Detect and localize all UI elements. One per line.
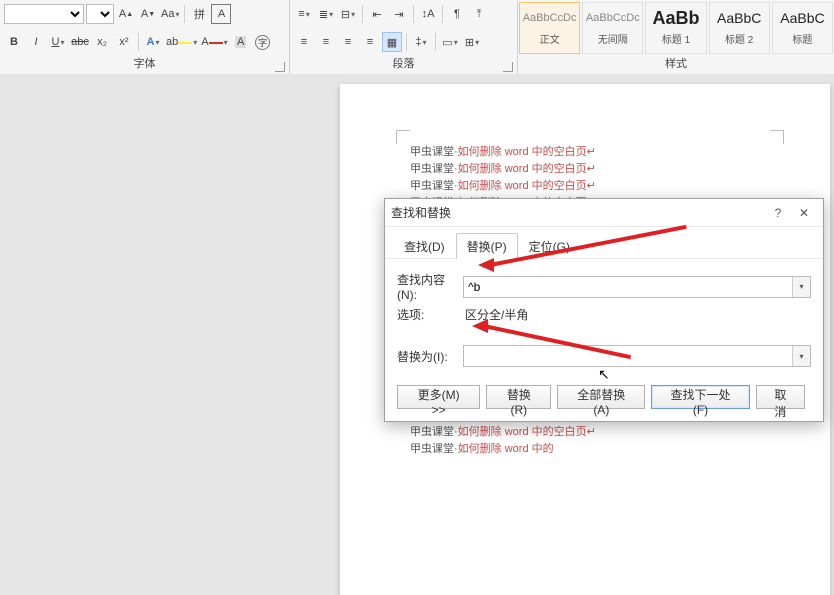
find-what-input[interactable] [464,277,792,297]
line-spacing-top-button[interactable]: ⤒ [469,4,489,24]
superscript-button[interactable]: x² [114,32,134,52]
dialog-tabs: 查找(D) 替换(P) 定位(G) [385,227,823,259]
char-shading-button[interactable]: A [231,32,251,52]
underline-button[interactable]: U▾ [48,32,68,52]
find-what-label: 查找内容(N): [397,271,463,302]
style-item-heading2[interactable]: AaBbC 标题 2 [709,2,770,54]
cancel-button[interactable]: 取消 [756,385,805,409]
tab-find[interactable]: 查找(D) [393,233,456,259]
bullets-button[interactable]: ≡▾ [294,4,314,24]
replace-with-input[interactable] [464,346,792,366]
find-replace-dialog: 查找和替换 ? ✕ 查找(D) 替换(P) 定位(G) 查找内容(N): ▾ 选… [384,198,824,422]
multilevel-button[interactable]: ⊟▾ [338,4,358,24]
char-border-button[interactable]: A [211,4,231,24]
align-justify-button[interactable]: ≡ [360,32,380,52]
tab-goto[interactable]: 定位(G) [518,233,581,259]
decrease-indent-button[interactable]: ⇤ [367,4,387,24]
font-color-button[interactable]: A▾ [200,32,228,52]
highlight-button[interactable]: ab▾ [165,32,198,52]
replace-with-combo[interactable]: ▾ [463,345,811,367]
find-next-button[interactable]: 查找下一处(F) [651,385,750,409]
replace-with-label: 替换为(I): [397,348,463,365]
mouse-cursor-icon: ↖ [598,366,610,383]
grow-font-button[interactable]: A▲ [116,4,136,24]
crop-mark-top-left [396,130,410,144]
find-what-combo[interactable]: ▾ [463,276,811,298]
paragraph-group-launcher-icon[interactable] [503,62,513,72]
ribbon-group-paragraph: ≡▾ ≣▾ ⊟▾ ⇤ ⇥ ↕A ¶ ⤒ ≡ ≡ ≡ ≡ ▦ ‡▾ [290,0,518,74]
doc-line: 甲虫课堂·如何删除 word 中的 [410,441,760,458]
tab-replace[interactable]: 替换(P) [456,233,518,259]
more-button[interactable]: 更多(M) >> [397,385,480,409]
options-label: 选项: [397,306,463,323]
align-center-button[interactable]: ≡ [316,32,336,52]
line-spacing-button[interactable]: ‡▾ [411,32,431,52]
dialog-titlebar[interactable]: 查找和替换 ? ✕ [385,199,823,227]
doc-line: 甲虫课堂·如何删除 word 中的空白页↵ [410,161,760,178]
shading-button[interactable]: ▭▾ [440,32,460,52]
align-right-button[interactable]: ≡ [338,32,358,52]
styles-group-label: 样式 [665,58,687,70]
ribbon-group-styles: AaBbCcDc 正文 AaBbCcDc 无间隔 AaBb 标题 1 AaBbC… [518,0,834,74]
ribbon: A▲ A▼ Aa▾ 拼 A B I U▾ abc x₂ x² A▾ ab▾ A▾… [0,0,834,75]
replace-all-button[interactable]: 全部替换(A) [557,385,645,409]
style-item-nospacing[interactable]: AaBbCcDc 无间隔 [582,2,643,54]
increase-indent-button[interactable]: ⇥ [389,4,409,24]
style-item-normal[interactable]: AaBbCcDc 正文 [519,2,580,54]
distribute-button[interactable]: ▦ [382,32,402,52]
dialog-title: 查找和替换 [391,204,765,221]
doc-line: 甲虫课堂·如何删除 word 中的空白页↵ [410,424,760,441]
font-family-select[interactable] [4,4,84,24]
paragraph-group-label: 段落 [393,58,415,70]
subscript-button[interactable]: x₂ [92,32,112,52]
text-effects-button[interactable]: A▾ [143,32,163,52]
change-case-button[interactable]: Aa▾ [160,4,180,24]
phonetic-button[interactable]: 拼 [189,4,209,24]
close-button[interactable]: ✕ [791,203,817,223]
styles-gallery[interactable]: AaBbCcDc 正文 AaBbCcDc 无间隔 AaBb 标题 1 AaBbC… [518,0,834,56]
strike-button[interactable]: abc [70,32,90,52]
replace-button[interactable]: 替换(R) [486,385,551,409]
show-marks-button[interactable]: ¶ [447,4,467,24]
crop-mark-top-right [770,130,784,144]
italic-button[interactable]: I [26,32,46,52]
style-item-title[interactable]: AaBbC 标题 [772,2,833,54]
options-value: 区分全/半角 [463,306,528,323]
font-size-select[interactable] [86,4,114,24]
borders-button[interactable]: ⊞▾ [462,32,482,52]
find-what-dropdown-icon[interactable]: ▾ [792,277,810,297]
doc-line: 甲虫课堂·如何删除 word 中的空白页↵ [410,144,760,161]
help-button[interactable]: ? [765,203,791,223]
font-group-launcher-icon[interactable] [275,62,285,72]
doc-line: 甲虫课堂·如何删除 word 中的空白页↵ [410,178,760,195]
shrink-font-button[interactable]: A▼ [138,4,158,24]
align-left-button[interactable]: ≡ [294,32,314,52]
numbering-button[interactable]: ≣▾ [316,4,336,24]
ribbon-group-font: A▲ A▼ Aa▾ 拼 A B I U▾ abc x₂ x² A▾ ab▾ A▾… [0,0,290,74]
bold-button[interactable]: B [4,32,24,52]
style-item-heading1[interactable]: AaBb 标题 1 [645,2,706,54]
sort-button[interactable]: ↕A [418,4,438,24]
replace-with-dropdown-icon[interactable]: ▾ [792,346,810,366]
font-group-label: 字体 [134,58,156,70]
enclose-char-button[interactable]: 字 [253,32,273,52]
